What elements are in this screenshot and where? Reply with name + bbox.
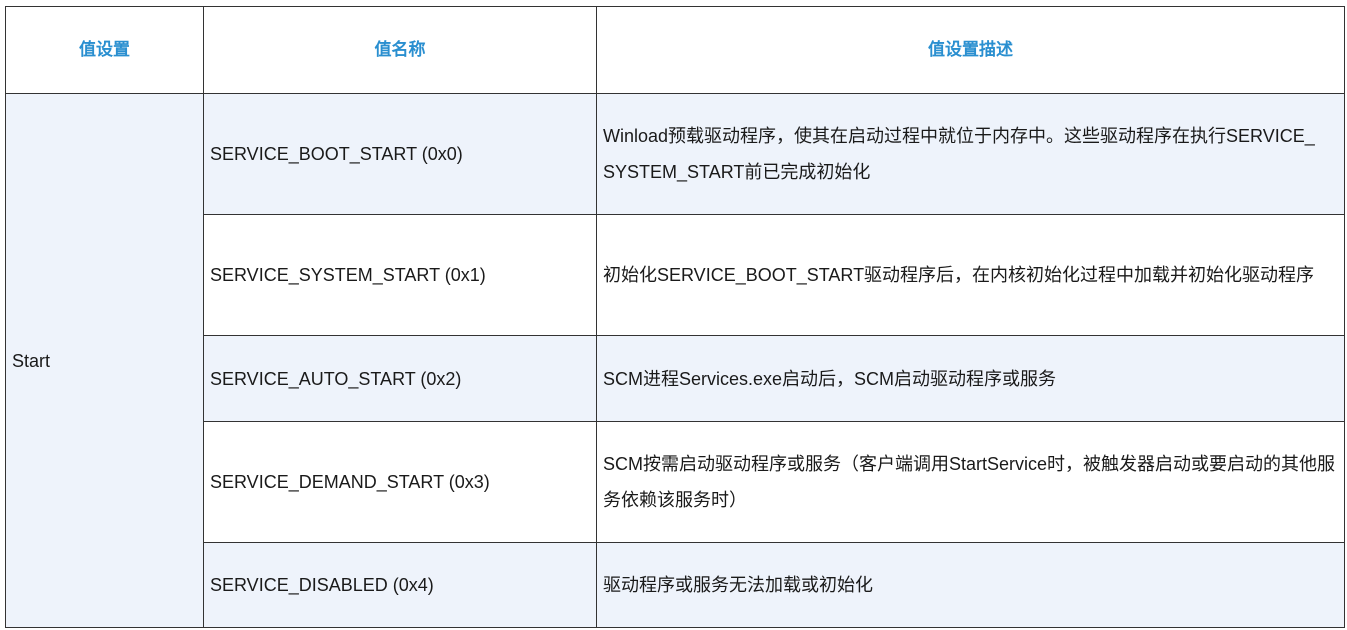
- table-row: SERVICE_SYSTEM_START (0x1) 初始化SERVICE_BO…: [6, 214, 1345, 336]
- table-row: SERVICE_DEMAND_START (0x3) SCM按需启动驱动程序或服…: [6, 421, 1345, 543]
- table-row: Start SERVICE_BOOT_START (0x0) Winload预载…: [5, 93, 1345, 628]
- page: 值设置 值名称 值设置描述 Start SERVICE_BOOT_START (…: [0, 0, 1347, 630]
- header-value-setting: 值设置: [5, 6, 204, 94]
- value-name-cell: SERVICE_AUTO_START (0x2): [203, 335, 597, 422]
- header-value-name: 值名称: [203, 6, 597, 94]
- description-cell: 初始化SERVICE_BOOT_START驱动程序后，在内核初始化过程中加载并初…: [596, 214, 1345, 336]
- description-cell: SCM进程Services.exe启动后，SCM启动驱动程序或服务: [596, 335, 1345, 422]
- value-name-cell: SERVICE_DISABLED (0x4): [203, 542, 597, 628]
- description-cell: SCM按需启动驱动程序或服务（客户端调用StartService时，被触发器启动…: [596, 421, 1345, 543]
- table-row: SERVICE_DISABLED (0x4) 驱动程序或服务无法加载或初始化: [6, 542, 1345, 628]
- value-name-cell: SERVICE_BOOT_START (0x0): [203, 93, 597, 215]
- value-name-cell: SERVICE_SYSTEM_START (0x1): [203, 214, 597, 336]
- header-description: 值设置描述: [596, 6, 1345, 94]
- description-cell: 驱动程序或服务无法加载或初始化: [596, 542, 1345, 628]
- table-row: SERVICE_AUTO_START (0x2) SCM进程Services.e…: [6, 335, 1345, 422]
- description-cell: Winload预载驱动程序，使其在启动过程中就位于内存中。这些驱动程序在执行SE…: [596, 93, 1345, 215]
- table-header-row: 值设置 值名称 值设置描述: [5, 6, 1345, 94]
- service-start-table: 值设置 值名称 值设置描述 Start SERVICE_BOOT_START (…: [5, 6, 1345, 628]
- value-name-cell: SERVICE_DEMAND_START (0x3): [203, 421, 597, 543]
- start-cell: Start: [5, 93, 204, 628]
